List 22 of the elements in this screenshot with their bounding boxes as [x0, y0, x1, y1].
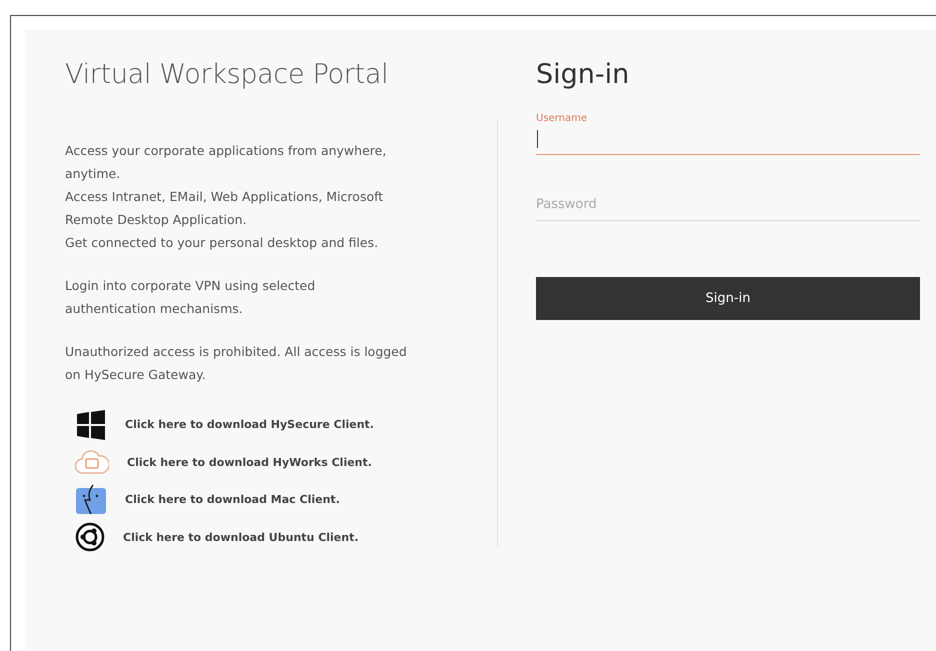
signin-button[interactable]: Sign-in	[536, 277, 920, 320]
info-text: on HySecure Gateway.	[65, 366, 206, 384]
info-text: Login into corporate VPN using selected	[65, 277, 316, 295]
info-text: Access your corporate applications from anywhere,	[65, 142, 386, 160]
download-link[interactable]: Click here to download HySecure Client.	[125, 418, 374, 432]
download-link[interactable]: Click here to download Ubuntu Client.	[123, 530, 359, 544]
info-text: Access Intranet, EMail, Web Applications, Microsoft	[65, 188, 384, 206]
download-link[interactable]: Click here to download HyWorks Client.	[127, 456, 372, 469]
windows-icon	[75, 408, 107, 441]
input-field[interactable]: Password	[536, 193, 920, 221]
download-link[interactable]: Click here to download Mac Client.	[125, 493, 340, 506]
ubuntu-icon	[75, 522, 105, 552]
info-text: Remote Desktop Application.	[65, 211, 247, 229]
info-text: Get connected to your personal desktop and files.	[65, 234, 378, 252]
field-label: Username	[536, 113, 587, 124]
info-text: anytime.	[65, 165, 120, 183]
portal-title: Virtual Workspace Portal	[65, 59, 390, 92]
info-text: authentication mechanisms.	[65, 300, 243, 318]
signin-title: Sign-in	[536, 59, 630, 92]
finder-icon	[75, 484, 107, 516]
info-text: Unauthorized access is prohibited. All access is logged	[65, 343, 407, 361]
text-cursor	[537, 130, 538, 148]
